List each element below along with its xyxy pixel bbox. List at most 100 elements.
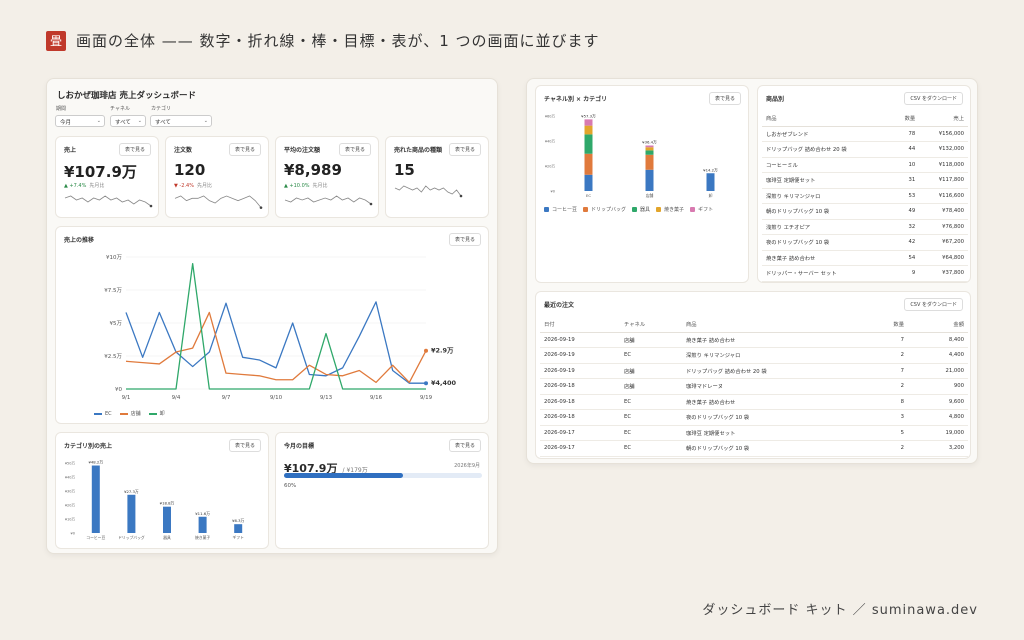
table-cell: 2026-09-17 xyxy=(540,440,620,457)
table-cell: 4,800 xyxy=(908,409,968,426)
column-header: チャネル xyxy=(620,316,682,333)
category-bar xyxy=(91,465,100,533)
table-cell: ¥118,000 xyxy=(919,157,968,173)
kpi-card-average-order: 平均の注文額 表で見る ¥8,989 ▲ +10.0% 先月比 xyxy=(275,136,379,218)
bar-data-label: ¥6.3万 xyxy=(232,518,244,523)
table-cell: EC xyxy=(620,409,682,426)
table-row: コーヒーミル 10 ¥118,000 xyxy=(762,157,968,173)
sparkline xyxy=(64,195,153,208)
table-row: 珈琲豆 定期便セット 31 ¥117,800 xyxy=(762,172,968,189)
trend-legend: EC 店舗 卸 xyxy=(94,410,165,417)
table-cell: 2026-09-17 xyxy=(540,425,620,441)
legend-label: ギフト xyxy=(698,207,714,213)
legend-item-sweets: 焼き菓子 xyxy=(656,206,684,213)
table-cell: 19,000 xyxy=(908,425,968,441)
table-cell: 珈琲マドレーヌ xyxy=(682,378,858,395)
table-cell: 焼き菓子 詰め合わせ xyxy=(762,250,892,266)
chevron-down-icon: ⌄ xyxy=(137,118,142,124)
table-view-button[interactable]: 表で見る xyxy=(448,233,481,246)
table-cell: 2026-09-18 xyxy=(540,394,620,410)
category-select[interactable]: すべて ⌄ xyxy=(150,115,212,127)
bar-data-label: ¥57.3万 xyxy=(581,113,596,118)
table-cell: 7 xyxy=(858,363,908,379)
table-cell: 7 xyxy=(858,332,908,348)
stack-segment-ギフト xyxy=(584,119,593,126)
table-view-button[interactable]: 表で見る xyxy=(228,143,261,156)
kpi-value: ¥8,989 xyxy=(284,161,342,179)
monthly-goal-card: 今月の目標 表で見る ¥107.9万 / ¥179万 2026年9月 60% xyxy=(275,432,489,549)
kpi-delta-value: ▲ +10.0% xyxy=(284,183,310,189)
chevron-down-icon: ⌄ xyxy=(203,118,208,124)
stack-segment-器具 xyxy=(645,150,654,155)
table-cell: 店舗 xyxy=(620,378,682,395)
legend-item-drip: ドリップバッグ xyxy=(583,206,626,213)
bar-data-label: ¥18.8万 xyxy=(160,501,175,506)
legend-swatch xyxy=(544,207,549,212)
table-view-button[interactable]: 表で見る xyxy=(118,143,151,156)
table-row: 朝のドリップバッグ 10 袋 49 ¥78,400 xyxy=(762,203,968,220)
x-tick-label: 9/10 xyxy=(270,395,283,401)
table-cell: 78 xyxy=(891,126,920,142)
legend-swatch xyxy=(656,207,662,212)
table-cell: 深煎り キリマンジャロ xyxy=(762,188,892,204)
table-cell: ドリッパー・サーバー セット xyxy=(762,265,892,282)
channel-category-chart: ¥0 ¥20万 ¥40万 ¥60万 ¥57.3万 EC ¥36.4万店舗 ¥14.2万卸 xyxy=(545,113,718,198)
table-cell: 31 xyxy=(891,172,920,189)
table-view-button[interactable]: 表で見る xyxy=(448,143,481,156)
table-cell: ¥67,200 xyxy=(919,234,968,251)
stack-segment-コーヒー豆 xyxy=(706,173,715,191)
legend-label: 卸 xyxy=(159,411,165,417)
table-row: 夜のドリップバッグ 10 袋 42 ¥67,200 xyxy=(762,234,968,251)
bar-data-label: ¥36.4万 xyxy=(642,140,657,145)
table-cell: 2 xyxy=(858,440,908,457)
table-cell: EC xyxy=(620,394,682,410)
kpi-value: ¥107.9万 xyxy=(64,163,137,181)
y-tick-label: ¥30万 xyxy=(65,490,76,494)
trend-title: 売上の推移 xyxy=(64,237,95,244)
stack-segment-コーヒー豆 xyxy=(645,169,654,191)
period-select[interactable]: 今月 ⌄ xyxy=(55,115,105,127)
table-cell: ¥37,800 xyxy=(919,265,968,282)
table-view-button[interactable]: 表で見る xyxy=(708,92,741,105)
legend-label: ドリップバッグ xyxy=(591,207,627,213)
table-row: 深煎り キリマンジャロ 53 ¥116,600 xyxy=(762,188,968,204)
table-cell: ¥156,000 xyxy=(919,126,968,142)
table-cell: 9 xyxy=(891,265,920,282)
table-cell: 49 xyxy=(891,203,920,220)
csv-download-button[interactable]: CSV をダウンロード xyxy=(904,298,963,311)
table-view-button[interactable]: 表で見る xyxy=(448,439,481,452)
ec-end-point xyxy=(424,381,428,386)
filter-label-channel: チャネル xyxy=(110,106,130,112)
goal-progress-track xyxy=(284,473,482,478)
table-row: 2026-09-19 EC 深煎り キリマンジャロ 2 4,400 xyxy=(540,347,968,364)
goal-title: 今月の目標 xyxy=(284,443,315,450)
ec-end-label: ¥4,400 xyxy=(431,379,457,387)
y-tick-label: ¥0 xyxy=(71,532,75,536)
legend-swatch xyxy=(119,412,128,415)
stack-segment-ドリップバッグ xyxy=(645,154,654,170)
series-line-卸 xyxy=(126,262,426,390)
table-row: 焼き菓子 詰め合わせ 54 ¥64,800 xyxy=(762,250,968,266)
sparkline-end-point xyxy=(259,206,263,209)
x-tick-label: 焼き菓子 xyxy=(195,535,210,540)
kpi-delta: ▲ +10.0% 先月比 xyxy=(284,182,328,189)
column-header: 数量 xyxy=(891,110,920,127)
table-cell: 焼き菓子 詰め合わせ xyxy=(682,394,858,410)
table-cell: ¥117,800 xyxy=(919,172,968,189)
legend-label: 器具 xyxy=(640,207,651,213)
products-card: 商品別 CSV をダウンロード 商品 数量 売上 しおかぜブレンド 78 ¥156,… xyxy=(757,85,971,283)
category-sales-card: カテゴリ別の売上 表で見る ¥0 ¥10万 ¥20万 ¥30万 ¥40万 ¥50万 ¥48.… xyxy=(55,432,269,549)
kpi-card-product-types: 売れた商品の種類 表で見る 15 xyxy=(385,136,489,218)
table-view-button[interactable]: 表で見る xyxy=(228,439,261,452)
table-cell: 53 xyxy=(891,188,920,204)
x-tick-label: 9/1 xyxy=(122,395,131,401)
table-view-button[interactable]: 表で見る xyxy=(338,143,371,156)
channel-select[interactable]: すべて ⌄ xyxy=(110,115,146,127)
legend-item-wholesale: 卸 xyxy=(148,410,165,417)
table-row: ドリップバッグ 詰め合わせ 20 袋 44 ¥132,000 xyxy=(762,141,968,158)
table-cell: 2026-09-18 xyxy=(540,409,620,426)
products-table: 商品 数量 売上 しおかぜブレンド 78 ¥156,000 ドリップバッグ 詰め合わせ… xyxy=(762,110,968,282)
legend-item-tool: 器具 xyxy=(632,206,650,213)
category-sales-chart: ¥0 ¥10万 ¥20万 ¥30万 ¥40万 ¥50万 ¥48.2万コーヒー豆 ¥27.3万ド… xyxy=(65,460,245,540)
csv-download-button[interactable]: CSV をダウンロード xyxy=(904,92,963,105)
